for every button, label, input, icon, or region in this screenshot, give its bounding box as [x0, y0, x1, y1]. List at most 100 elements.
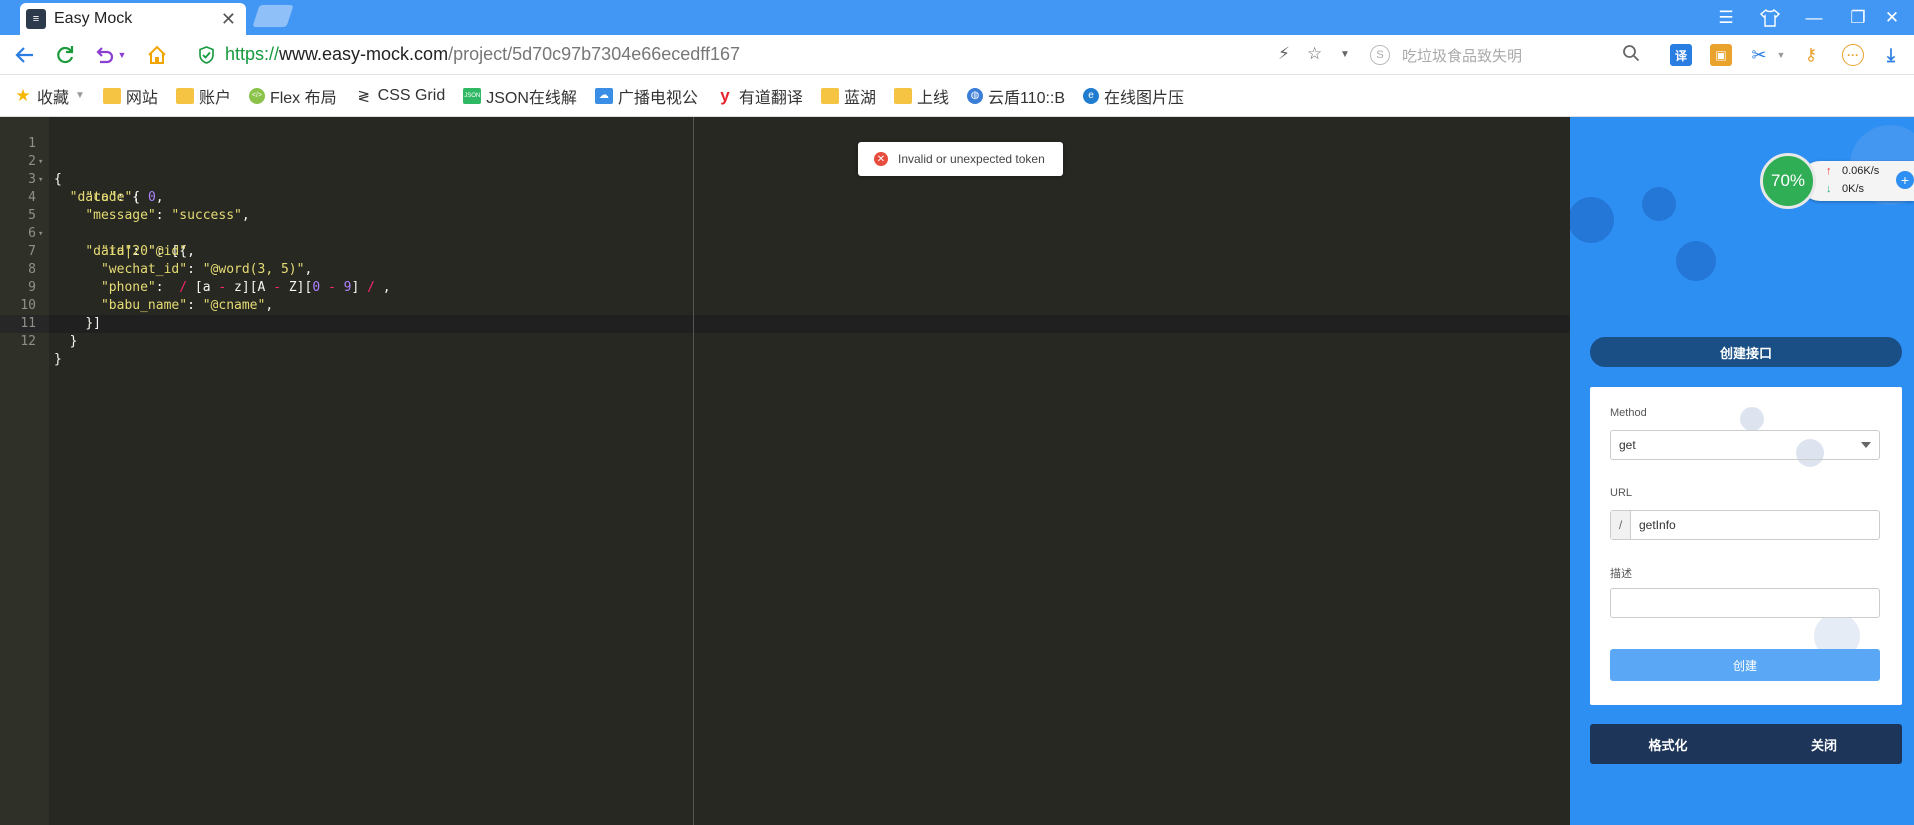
compress-icon: e — [1083, 87, 1100, 104]
code-line: 4 "message": "success", — [0, 171, 250, 223]
scissors-icon[interactable]: ✂ — [1748, 44, 1770, 66]
error-toast: ✕ Invalid or unexpected token — [858, 142, 1063, 176]
bookmark-label: 蓝湖 — [843, 89, 876, 107]
bookmark-label: 广播电视公 — [617, 89, 698, 107]
back-icon[interactable] — [12, 42, 38, 68]
url-path: /project/5d70c97b7304e66ecedff167 — [448, 44, 740, 64]
bookmark-flex[interactable]: </> Flex 布局 — [248, 84, 337, 108]
translate-ext-icon[interactable]: 译 — [1670, 44, 1692, 66]
url-input[interactable] — [1631, 511, 1879, 539]
minimize-icon[interactable]: — — [1792, 0, 1836, 35]
code-line: 12 } — [0, 315, 61, 367]
panel-title: 创建接口 — [1590, 337, 1902, 367]
bookmark-json[interactable]: JSON JSON在线解 — [463, 84, 577, 108]
search-placeholder: 吃垃圾食品致失明 — [1402, 47, 1523, 65]
create-button[interactable]: 创建 — [1610, 649, 1880, 681]
bookmark-label: CSS Grid — [377, 86, 446, 104]
code-line: 3 "code": 0, — [0, 153, 163, 205]
bookmark-youdao[interactable]: y 有道翻译 — [716, 84, 803, 108]
bookmark-star-icon[interactable]: ☆ — [1307, 44, 1322, 64]
url-field[interactable]: https://www.easy-mock.com/project/5d70c9… — [225, 44, 740, 65]
code-line: 1 ▾ { — [0, 117, 62, 187]
undo-dropdown-icon[interactable]: ▼ — [115, 42, 129, 68]
download-arrow-icon: ↓ — [1826, 183, 1832, 195]
menu-icon[interactable]: ☰ — [1704, 0, 1748, 35]
search-engine-icon[interactable]: S — [1370, 45, 1390, 65]
download-icon[interactable]: ⤓ — [1880, 44, 1902, 66]
code-editor[interactable]: 1 ▾ { 2 ▾ "data": { 3 "code": 0, 4 "mess… — [0, 117, 1570, 825]
code-line: 9 "babu_name": "@cname", — [0, 261, 273, 313]
bookmark-online[interactable]: 上线 — [893, 84, 949, 108]
scissors-dropdown-icon[interactable]: ▼ — [1770, 44, 1792, 66]
star-icon: ★ — [15, 85, 31, 105]
bookmark-label: 收藏 — [37, 89, 70, 107]
bookmark-accounts[interactable]: 账户 — [175, 84, 231, 108]
home-icon[interactable] — [144, 42, 170, 68]
create-api-panel: 70% ↑ 0.06K/s ↓ 0K/s + 创建接口 Method get URL… — [1570, 117, 1914, 825]
search-box[interactable]: S 吃垃圾食品致失明 — [1370, 41, 1650, 69]
more-ext-icon[interactable]: ··· — [1842, 44, 1864, 66]
bookmark-label: 账户 — [198, 89, 231, 107]
easy-mock-logo-icon: ≡ — [26, 9, 46, 29]
flex-site-icon: </> — [248, 87, 265, 104]
bookmark-label: JSON在线解 — [486, 89, 577, 107]
close-button[interactable]: 关闭 — [1746, 724, 1902, 764]
active-line-highlight — [49, 315, 1570, 333]
decor-bubble — [1676, 241, 1716, 281]
globe-icon: ◍ — [966, 87, 983, 104]
plus-icon[interactable]: + — [1896, 171, 1914, 189]
key-icon[interactable]: ⚷ — [1800, 44, 1822, 66]
decor-bubble — [1570, 197, 1614, 243]
skin-icon[interactable] — [1748, 0, 1792, 35]
search-icon[interactable] — [1622, 44, 1640, 67]
bookmark-lanhu[interactable]: 蓝湖 — [820, 84, 876, 108]
bookmark-yundun[interactable]: ◍ 云盾110::B — [966, 84, 1066, 108]
bookmarks-bar: ★ 收藏 ▼ 网站 账户 </> Flex 布局 ≷ CSS Grid JSON… — [0, 75, 1914, 117]
method-value: get — [1619, 438, 1636, 452]
bookmark-css-grid[interactable]: ≷ CSS Grid — [355, 86, 446, 105]
address-bar: ▼ https://www.easy-mock.com/project/5d70… — [0, 35, 1914, 75]
description-input[interactable] — [1610, 588, 1880, 618]
print-margin — [693, 117, 694, 825]
network-speed-widget[interactable]: 70% ↑ 0.06K/s ↓ 0K/s + — [1760, 153, 1914, 209]
bookmark-label: 网站 — [125, 89, 158, 107]
youdao-icon: y — [720, 85, 730, 105]
cloud-icon: ☁ — [594, 87, 613, 104]
window-close-icon[interactable]: ✕ — [1870, 0, 1914, 35]
json-icon: JSON — [463, 87, 482, 104]
code-line: 7 "wechat_id": "@word(3, 5)", — [0, 225, 312, 277]
lightning-icon[interactable]: ⚡ — [1278, 44, 1290, 64]
bookmark-label: 有道翻译 — [738, 89, 803, 107]
tab-close-icon[interactable]: ✕ — [221, 9, 236, 30]
format-button[interactable]: 格式化 — [1590, 724, 1746, 764]
url-label: URL — [1610, 487, 1633, 499]
bookmark-label: 云盾110::B — [987, 89, 1066, 107]
decor-dot — [1740, 407, 1764, 431]
chevron-down-icon: ▼ — [75, 90, 85, 101]
folder-icon — [820, 87, 839, 104]
bookmark-favorites[interactable]: ★ 收藏 ▼ — [14, 84, 85, 108]
bookmark-image-compress[interactable]: e 在线图片压 — [1083, 84, 1184, 108]
code-line: 8 "phone": / [a - z][A - Z][0 - 9] / , — [0, 243, 390, 295]
line-number: 12 — [20, 334, 36, 349]
decor-bubble — [1642, 187, 1676, 221]
code-lines: 1 ▾ { 2 ▾ "data": { 3 "code": 0, 4 "mess… — [0, 117, 390, 367]
method-select[interactable]: get — [1610, 430, 1880, 460]
refresh-icon[interactable] — [52, 42, 78, 68]
panel-actions: 格式化 关闭 — [1590, 724, 1902, 764]
bookmark-label: 上线 — [916, 89, 949, 107]
speed-percent: 70% — [1760, 153, 1816, 209]
new-tab-button[interactable] — [252, 5, 294, 27]
secure-shield-icon — [198, 46, 215, 64]
bookmark-websites[interactable]: 网站 — [102, 84, 158, 108]
address-dropdown-icon[interactable]: ▼ — [1340, 49, 1350, 60]
create-form-card: Method get URL / 描述 创建 — [1590, 387, 1902, 705]
toast-message: Invalid or unexpected token — [898, 152, 1045, 166]
screenshot-ext-icon[interactable]: ▣ — [1710, 44, 1732, 66]
chevron-down-icon — [1861, 442, 1871, 448]
folder-icon — [893, 87, 912, 104]
method-label: Method — [1610, 407, 1647, 419]
tab-easy-mock[interactable]: ≡ Easy Mock ✕ — [20, 3, 246, 35]
bookmark-broadcast[interactable]: ☁ 广播电视公 — [594, 84, 698, 108]
bookmark-label: 在线图片压 — [1104, 89, 1185, 107]
